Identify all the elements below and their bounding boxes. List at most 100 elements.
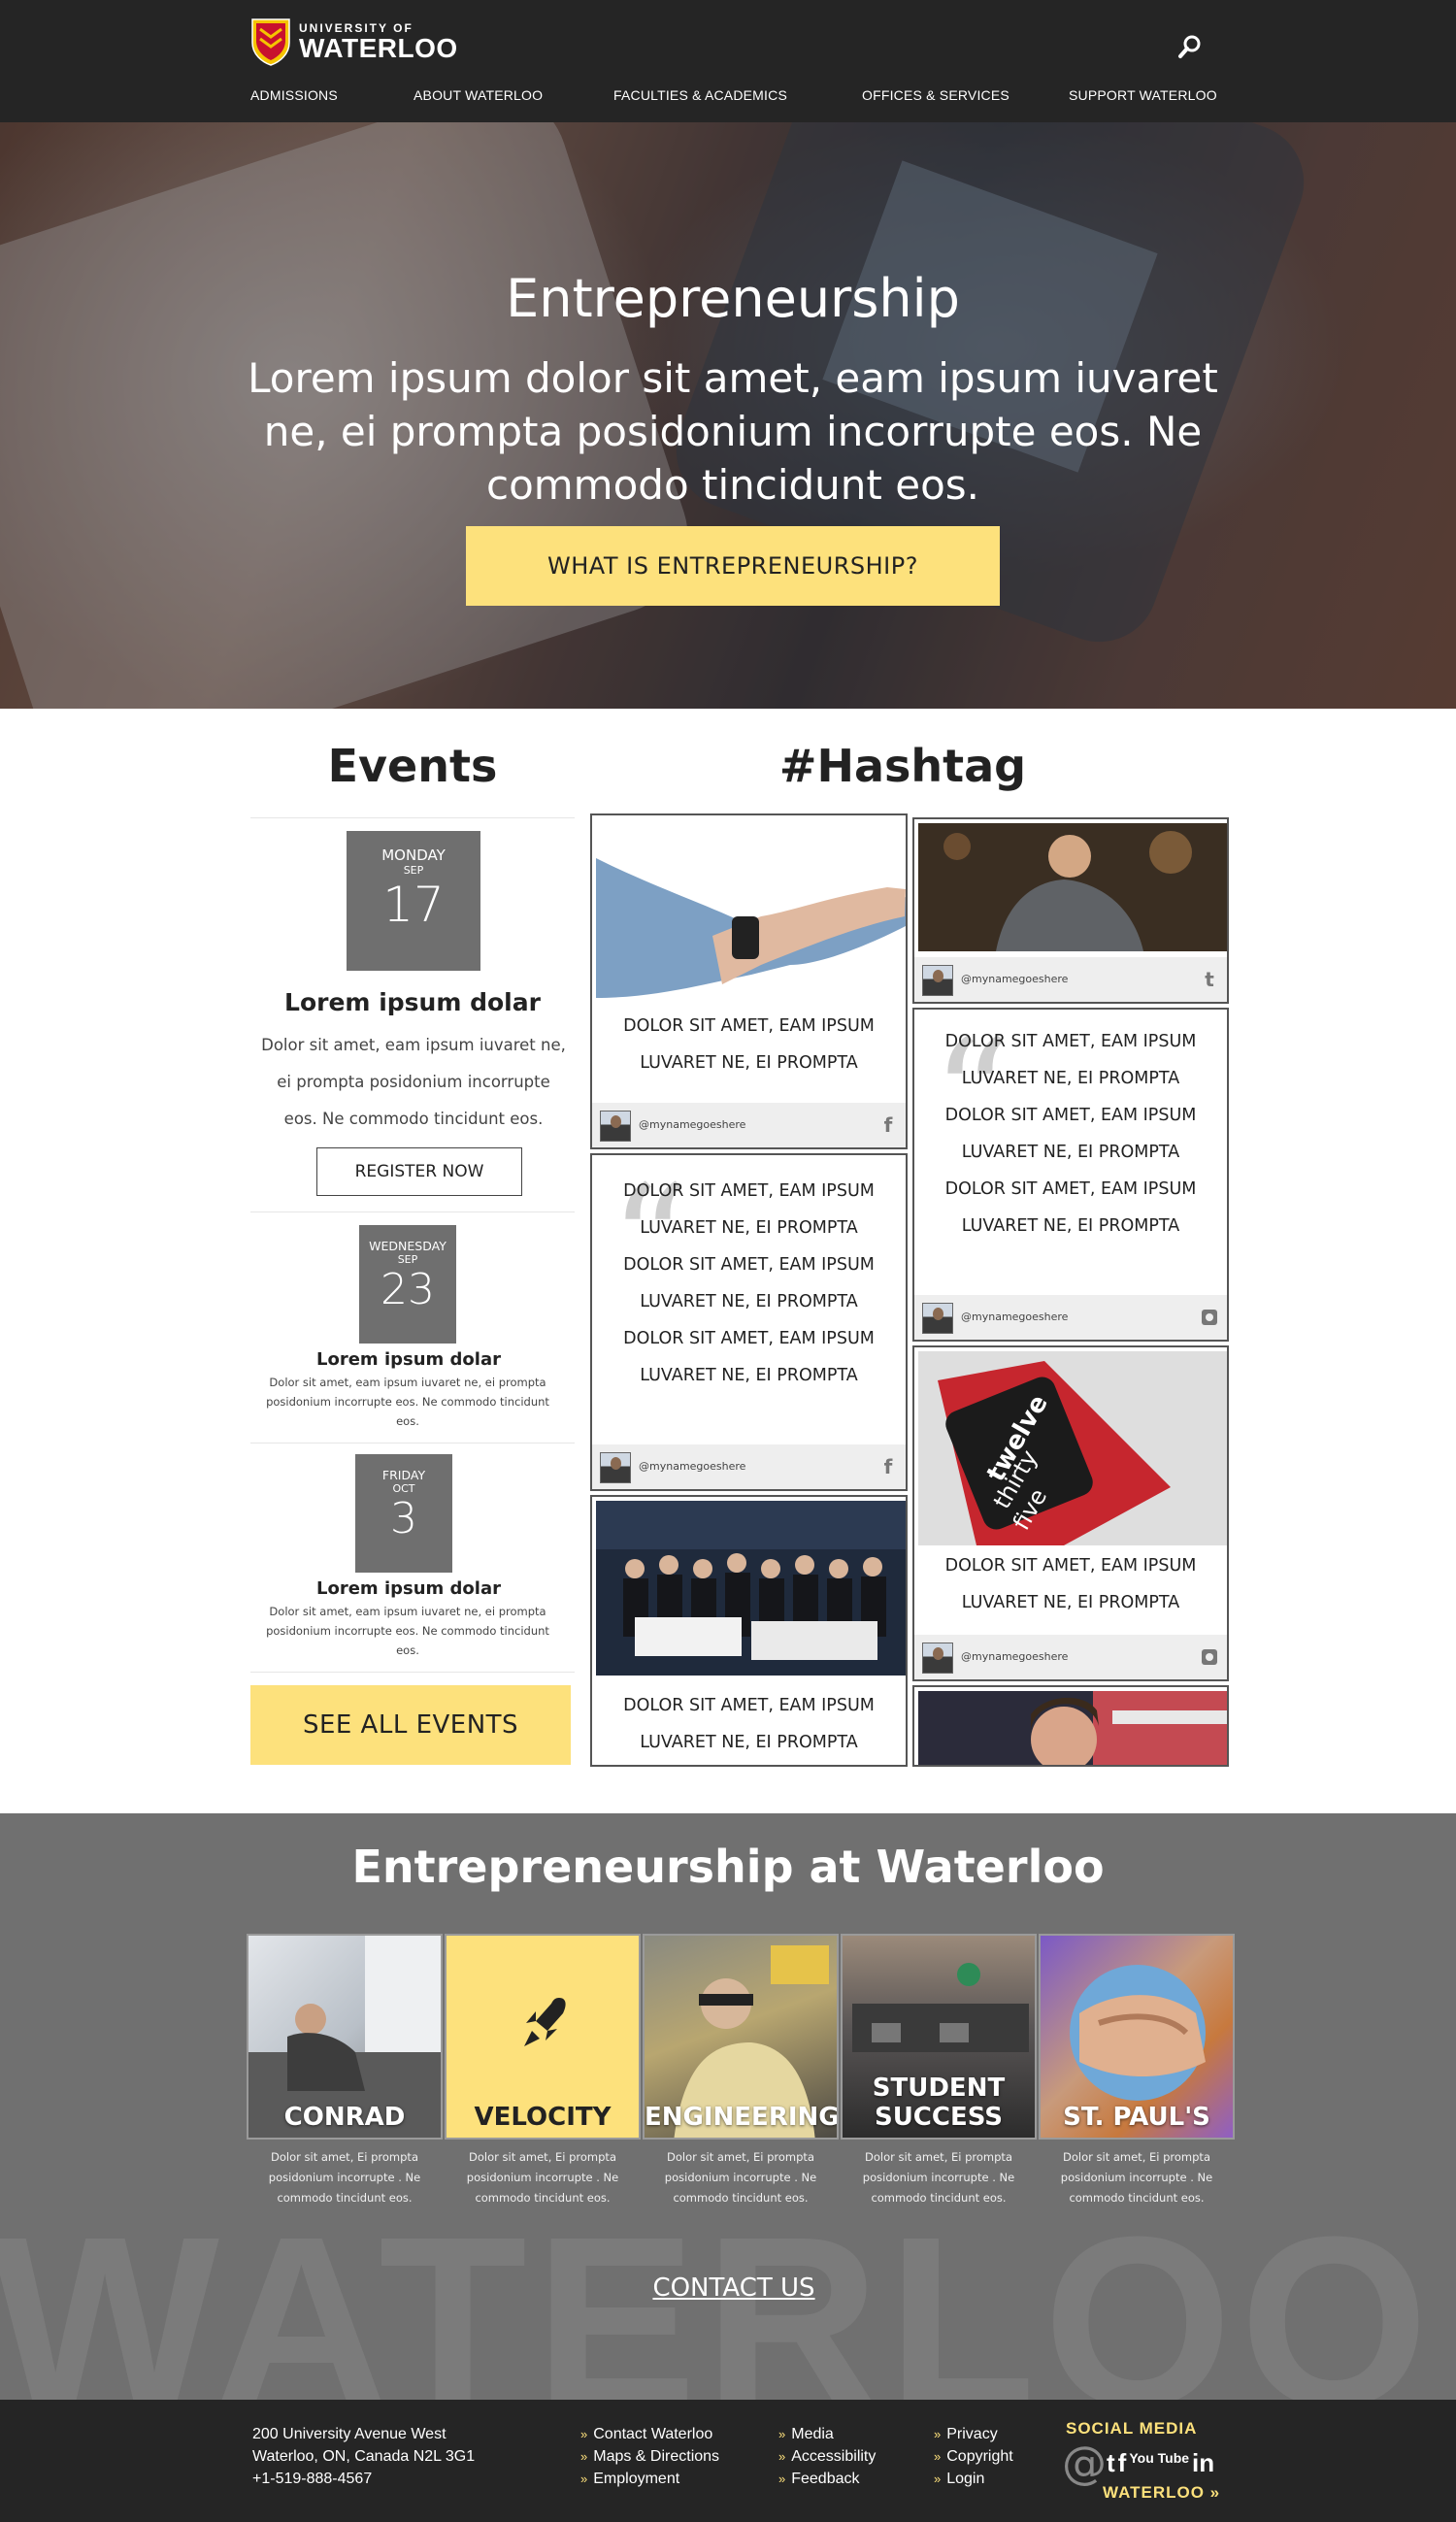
event-date-box: WEDNESDAY SEP 23 [359, 1225, 456, 1344]
contact-us-link[interactable]: CONTACT US [0, 2273, 1456, 2303]
footer-link-privacy[interactable]: » Privacy [934, 2423, 1013, 2445]
social-card[interactable]: DOLOR SIT AMET, EAM IPSUM LUVARET NE, EI… [590, 813, 908, 1149]
tile-label: VELOCITY [474, 2103, 612, 2132]
youtube-icon[interactable]: You Tube [1129, 2450, 1189, 2466]
twitter-icon[interactable]: t [1107, 2448, 1115, 2477]
footer-link-feedback[interactable]: » Feedback [778, 2468, 876, 2490]
card-text-line: DOLOR SIT AMET, EAM IPSUM [623, 1255, 875, 1275]
social-card[interactable] [912, 1685, 1229, 1767]
nav-admissions[interactable]: ADMISSIONS [250, 87, 338, 103]
instagram-icon[interactable] [1200, 1307, 1219, 1328]
hashtag-heading: #Hashtag [778, 740, 1027, 792]
card-text-line: DOLOR SIT AMET, EAM IPSUM [623, 1016, 875, 1036]
facebook-icon[interactable]: f [1118, 2448, 1127, 2477]
hero-subtitle: Lorem ipsum dolor sit amet, eam ipsum iu… [248, 354, 1218, 509]
card-text-line: LUVARET NE, EI PROMPTA [961, 1593, 1180, 1612]
event-day: FRIDAY [381, 1468, 426, 1482]
chevron-right-icon: » [934, 2427, 942, 2441]
tile-description: Dolor sit amet, Ei prompta posidonium in… [1060, 2150, 1213, 2205]
tile-description: Dolor sit amet, Ei prompta posidonium in… [664, 2150, 817, 2205]
footer-link-accessibility[interactable]: » Accessibility [778, 2445, 876, 2468]
footer-link-maps-directions[interactable]: » Maps & Directions [580, 2445, 719, 2468]
avatar [922, 1303, 953, 1334]
card-username[interactable]: @mynamegoeshere [961, 1650, 1068, 1663]
nav-support-waterloo[interactable]: SUPPORT WATERLOO [1069, 87, 1217, 103]
nav-faculties-academics[interactable]: FACULTIES & ACADEMICS [613, 87, 787, 103]
nav-about-waterloo[interactable]: ABOUT WATERLOO [414, 87, 543, 103]
card-text-line: LUVARET NE, EI PROMPTA [640, 1292, 858, 1311]
footer-link-login[interactable]: » Login [934, 2468, 1013, 2490]
chevron-right-icon: » [934, 2472, 942, 2486]
chevron-right-icon: » [778, 2472, 786, 2486]
site-header: UNIVERSITY OF WATERLOO ADMISSIONS ABOUT … [0, 0, 1456, 122]
tile-conrad[interactable]: CONRAD [247, 1934, 443, 2140]
footer-link-employment[interactable]: » Employment [580, 2468, 719, 2490]
tile-st-pauls[interactable]: ST. PAUL'S [1039, 1934, 1235, 2140]
social-card[interactable]: @mynamegoeshere t [912, 817, 1229, 1004]
social-card[interactable]: “ DOLOR SIT AMET, EAM IPSUM LUVARET NE, … [590, 1153, 908, 1491]
footer-link-contact-waterloo[interactable]: » Contact Waterloo [580, 2423, 719, 2445]
what-is-entrepreneurship-button[interactable]: WHAT IS ENTREPRENEURSHIP? [466, 526, 1000, 606]
divider [250, 1443, 575, 1444]
phone-number[interactable]: +1-519-888-4567 [252, 2468, 475, 2490]
card-username[interactable]: @mynamegoeshere [961, 973, 1068, 985]
divider [250, 817, 575, 818]
tile-description: Dolor sit amet, Ei prompta posidonium in… [862, 2150, 1015, 2205]
avatar [922, 965, 953, 996]
social-card[interactable]: “ DOLOR SIT AMET, EAM IPSUM LUVARET NE, … [912, 1008, 1229, 1342]
instagram-icon[interactable] [1200, 1646, 1219, 1668]
chevron-right-icon: » [580, 2449, 588, 2464]
card-username[interactable]: @mynamegoeshere [961, 1311, 1068, 1323]
logo-text: UNIVERSITY OF WATERLOO [299, 21, 458, 62]
card-text-line: LUVARET NE, EI PROMPTA [961, 1069, 1180, 1088]
university-logo[interactable]: UNIVERSITY OF WATERLOO [250, 17, 458, 66]
card-username[interactable]: @mynamegoeshere [639, 1118, 745, 1131]
facebook-icon[interactable]: f [878, 1456, 898, 1477]
search-icon[interactable] [1176, 33, 1204, 60]
nav-offices-services[interactable]: OFFICES & SERVICES [862, 87, 1009, 103]
hero-banner: Entrepreneurship Lorem ipsum dolor sit a… [0, 122, 1456, 709]
event-description: Dolor sit amet, eam ipsum iuvaret ne, ei… [266, 1376, 549, 1428]
linkedin-icon[interactable]: in [1192, 2448, 1214, 2477]
card-text-line: LUVARET NE, EI PROMPTA [961, 1216, 1180, 1236]
social-card[interactable]: twelve thirty five DOLOR SIT AMET, EAM I… [912, 1345, 1229, 1681]
chevron-right-icon: » [580, 2472, 588, 2486]
main-nav: ADMISSIONS ABOUT WATERLOO FACULTIES & AC… [0, 87, 1456, 111]
avatar [600, 1452, 631, 1483]
card-username[interactable]: @mynamegoeshere [639, 1460, 745, 1473]
twitter-icon[interactable]: t [1200, 969, 1219, 990]
see-all-events-button[interactable]: SEE ALL EVENTS [250, 1685, 571, 1765]
event-title: Lorem ipsum dolar [284, 988, 541, 1016]
avatar [922, 1643, 953, 1674]
event-day: WEDNESDAY [369, 1239, 447, 1253]
card-text-line: DOLOR SIT AMET, EAM IPSUM [944, 1106, 1197, 1125]
chevron-right-icon: » [580, 2427, 588, 2441]
tile-description: Dolor sit amet, Ei prompta posidonium in… [268, 2150, 421, 2205]
address-line: 200 University Avenue West [252, 2426, 447, 2442]
event-date-box: FRIDAY OCT 3 [355, 1454, 452, 1573]
event-description: Dolor sit amet, eam ipsum iuvaret ne, ei… [266, 1605, 549, 1657]
crest-icon [251, 18, 290, 66]
divider [250, 1672, 575, 1673]
logo-big-text: WATERLOO [299, 33, 458, 63]
footer-link-media[interactable]: » Media [778, 2423, 876, 2445]
register-now-button[interactable]: REGISTER NOW [316, 1147, 522, 1196]
footer-links-col-2: » Media » Accessibility » Feedback [778, 2423, 876, 2490]
event-date: 3 [390, 1494, 417, 1543]
social-waterloo-link[interactable]: WATERLOO » [1103, 2483, 1220, 2503]
tile-velocity[interactable]: VELOCITY [445, 1934, 641, 2140]
entrepreneurship-section: WATERLOO Entrepreneurship at Waterloo CO… [0, 1813, 1456, 2400]
tile-engineering[interactable]: ENGINEERING [643, 1934, 839, 2140]
footer-link-copyright[interactable]: » Copyright [934, 2445, 1013, 2468]
facebook-icon[interactable]: f [878, 1114, 898, 1136]
divider [250, 1211, 575, 1212]
chevron-right-icon: » [934, 2449, 942, 2464]
event-date-box: MONDAY SEP 17 [347, 831, 480, 971]
card-text-line: DOLOR SIT AMET, EAM IPSUM [944, 1032, 1197, 1051]
tile-student-success[interactable]: STUDENT SUCCESS [841, 1934, 1037, 2140]
card-text-line: DOLOR SIT AMET, EAM IPSUM [944, 1179, 1197, 1199]
card-footer: @mynamegoeshere [914, 1295, 1227, 1340]
card-footer: @mynamegoeshere t [914, 957, 1227, 1002]
social-card[interactable]: DOLOR SIT AMET, EAM IPSUM LUVARET NE, EI… [590, 1495, 908, 1767]
card-image-group-photo [596, 1501, 906, 1676]
